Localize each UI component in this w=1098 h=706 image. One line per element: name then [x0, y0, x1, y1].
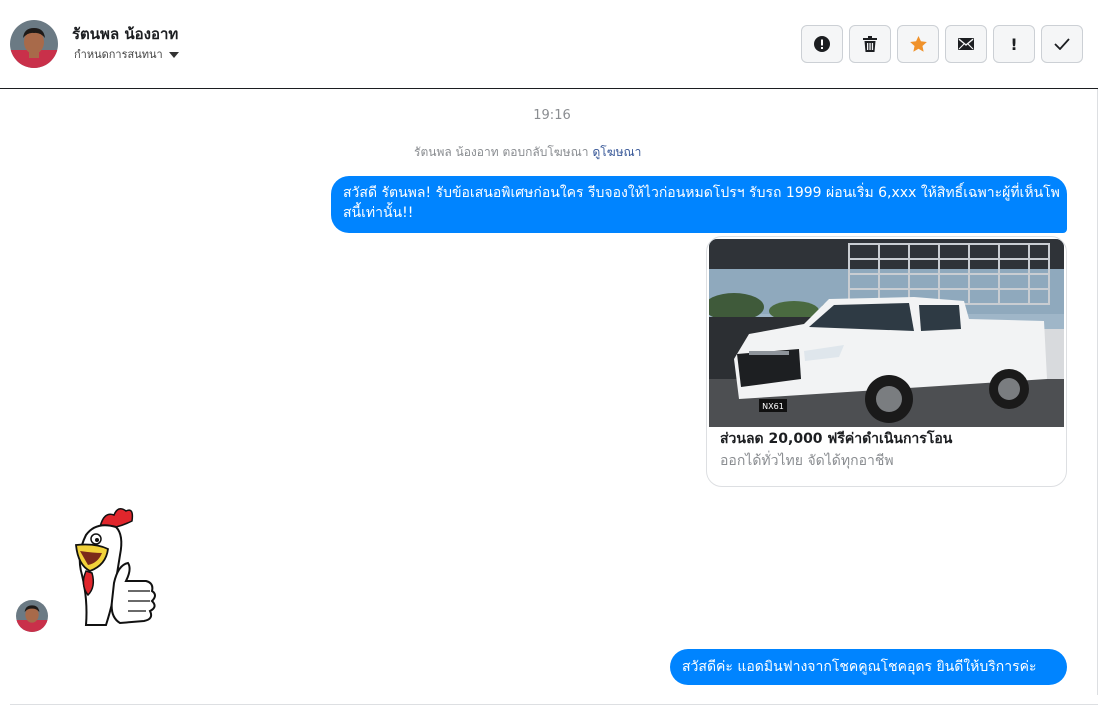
ad-card-subtitle: ออกได้ทั่วไทย จัดได้ทุกอาชีพ [720, 453, 894, 469]
outgoing-message[interactable]: สวัสดี รัตนพล! รับข้อเสนอพิเศษก่อนใคร รี… [331, 176, 1067, 233]
star-icon [909, 36, 927, 52]
rooster-thumbs-up-sticker[interactable] [66, 505, 162, 629]
envelope-icon [958, 38, 974, 50]
ad-reply-note: รัตนพล น้องอาท ตอบกลับโฆษณา ดูโฆษณา [414, 143, 641, 162]
outgoing-message[interactable]: สวัสดีค่ะ แอดมินฟางจากโชคคูณโชคอุดร ยินด… [670, 649, 1067, 685]
ad-card[interactable]: NX61 ส่วนลด 20,000 ฟรีค่าดำเนินการโอน ออ… [706, 236, 1067, 487]
spam-button[interactable] [801, 25, 843, 63]
header-actions: ! [801, 25, 1083, 63]
mark-unread-button[interactable] [945, 25, 987, 63]
follow-up-button[interactable]: ! [993, 25, 1035, 63]
white-pickup-truck-image: NX61 [709, 239, 1064, 427]
star-button[interactable] [897, 25, 939, 63]
composer-divider [10, 704, 1098, 705]
trash-icon [863, 36, 877, 52]
chevron-down-icon [168, 51, 179, 58]
alert-circle-icon [814, 36, 830, 52]
message-timestamp: 19:16 [533, 108, 571, 123]
contact-name[interactable]: รัตนพล น้องอาท [72, 22, 178, 46]
checkmark-icon [1054, 38, 1070, 50]
mark-done-button[interactable] [1041, 25, 1083, 63]
contact-avatar[interactable] [10, 20, 58, 68]
contact-avatar-small[interactable] [16, 600, 48, 632]
exclamation-icon: ! [1010, 34, 1018, 54]
dropdown-label: กำหนดการสนทนา [74, 48, 163, 61]
conversation-header: รัตนพล น้องอาท กำหนดการสนทนา ! [0, 0, 1098, 89]
conversation-label-dropdown[interactable]: กำหนดการสนทนา [74, 45, 179, 63]
ad-card-title: ส่วนลด 20,000 ฟรีค่าดำเนินการโอน [720, 431, 953, 447]
ad-reply-text: รัตนพล น้องอาท ตอบกลับโฆษณา [414, 145, 589, 159]
delete-button[interactable] [849, 25, 891, 63]
view-ad-link[interactable]: ดูโฆษณา [592, 145, 641, 159]
plate-text: NX61 [762, 402, 784, 411]
